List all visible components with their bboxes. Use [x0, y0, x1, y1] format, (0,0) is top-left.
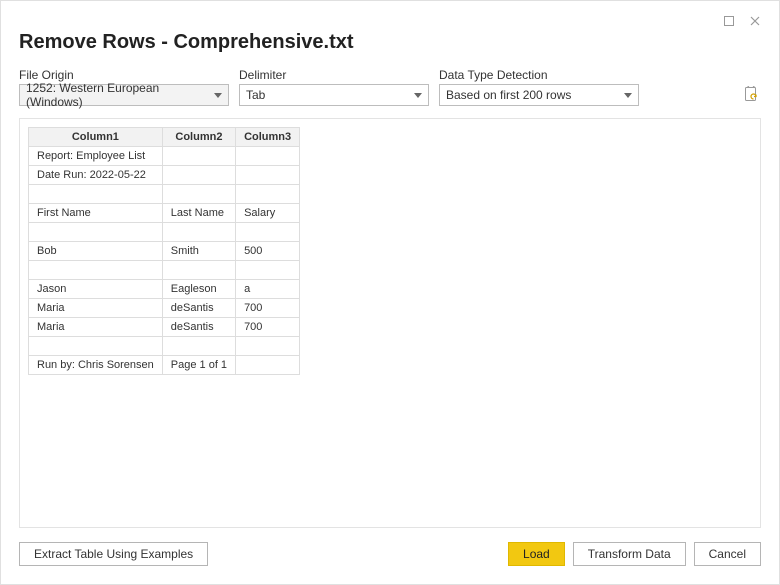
transform-data-button[interactable]: Transform Data: [573, 542, 686, 566]
table-row: [29, 185, 300, 204]
titlebar: [19, 13, 761, 29]
table-row: [29, 223, 300, 242]
table-cell: Last Name: [162, 204, 235, 223]
table-cell: [162, 185, 235, 204]
table-cell: [162, 147, 235, 166]
table-row: Report: Employee List: [29, 147, 300, 166]
table-cell: Maria: [29, 318, 163, 337]
table-cell: [236, 356, 300, 375]
table-cell: Maria: [29, 299, 163, 318]
table-cell: [29, 223, 163, 242]
table-cell: 700: [236, 299, 300, 318]
data-type-value: Based on first 200 rows: [446, 88, 571, 102]
table-cell: Salary: [236, 204, 300, 223]
table-cell: Page 1 of 1: [162, 356, 235, 375]
table-cell: First Name: [29, 204, 163, 223]
table-cell: Eagleson: [162, 280, 235, 299]
table-cell: [162, 166, 235, 185]
table-row: Date Run: 2022-05-22: [29, 166, 300, 185]
table-cell: Jason: [29, 280, 163, 299]
chevron-down-icon: [414, 93, 422, 98]
table-cell: [236, 223, 300, 242]
table-cell: Report: Employee List: [29, 147, 163, 166]
page-title: Remove Rows - Comprehensive.txt: [19, 31, 761, 54]
table-cell: [236, 261, 300, 280]
table-cell: [29, 337, 163, 356]
table-cell: [236, 185, 300, 204]
maximize-icon[interactable]: [723, 15, 735, 27]
table-cell: [162, 223, 235, 242]
table-cell: Date Run: 2022-05-22: [29, 166, 163, 185]
table-row: BobSmith500: [29, 242, 300, 261]
delimiter-value: Tab: [246, 88, 265, 102]
data-type-label: Data Type Detection: [439, 68, 639, 82]
table-row: Run by: Chris SorensenPage 1 of 1: [29, 356, 300, 375]
column-header[interactable]: Column1: [29, 128, 163, 147]
dialog: Remove Rows - Comprehensive.txt File Ori…: [0, 0, 780, 585]
delimiter-label: Delimiter: [239, 68, 429, 82]
table-cell: 500: [236, 242, 300, 261]
load-button[interactable]: Load: [508, 542, 565, 566]
table-cell: deSantis: [162, 318, 235, 337]
table-cell: [162, 261, 235, 280]
table-row: [29, 261, 300, 280]
table-row: First NameLast NameSalary: [29, 204, 300, 223]
refresh-icon[interactable]: [741, 84, 761, 104]
data-type-dropdown[interactable]: Based on first 200 rows: [439, 84, 639, 106]
preview-table: Column1Column2Column3 Report: Employee L…: [28, 127, 300, 375]
table-row: [29, 337, 300, 356]
table-cell: Bob: [29, 242, 163, 261]
table-row: MariadeSantis700: [29, 299, 300, 318]
table-cell: [29, 185, 163, 204]
extract-table-button[interactable]: Extract Table Using Examples: [19, 542, 208, 566]
options-row: File Origin 1252: Western European (Wind…: [19, 68, 761, 106]
column-header[interactable]: Column2: [162, 128, 235, 147]
table-cell: a: [236, 280, 300, 299]
table-cell: Run by: Chris Sorensen: [29, 356, 163, 375]
footer: Extract Table Using Examples Load Transf…: [19, 542, 761, 566]
table-cell: [236, 337, 300, 356]
table-cell: [236, 147, 300, 166]
table-cell: Smith: [162, 242, 235, 261]
file-origin-dropdown[interactable]: 1252: Western European (Windows): [19, 84, 229, 106]
chevron-down-icon: [214, 93, 222, 98]
table-cell: deSantis: [162, 299, 235, 318]
delimiter-dropdown[interactable]: Tab: [239, 84, 429, 106]
preview-pane: Column1Column2Column3 Report: Employee L…: [19, 118, 761, 528]
cancel-button[interactable]: Cancel: [694, 542, 761, 566]
column-header[interactable]: Column3: [236, 128, 300, 147]
table-row: MariadeSantis700: [29, 318, 300, 337]
table-cell: [29, 261, 163, 280]
table-cell: [236, 166, 300, 185]
close-icon[interactable]: [749, 15, 761, 27]
file-origin-value: 1252: Western European (Windows): [26, 81, 208, 109]
table-row: JasonEaglesona: [29, 280, 300, 299]
table-cell: 700: [236, 318, 300, 337]
chevron-down-icon: [624, 93, 632, 98]
table-cell: [162, 337, 235, 356]
file-origin-label: File Origin: [19, 68, 229, 82]
